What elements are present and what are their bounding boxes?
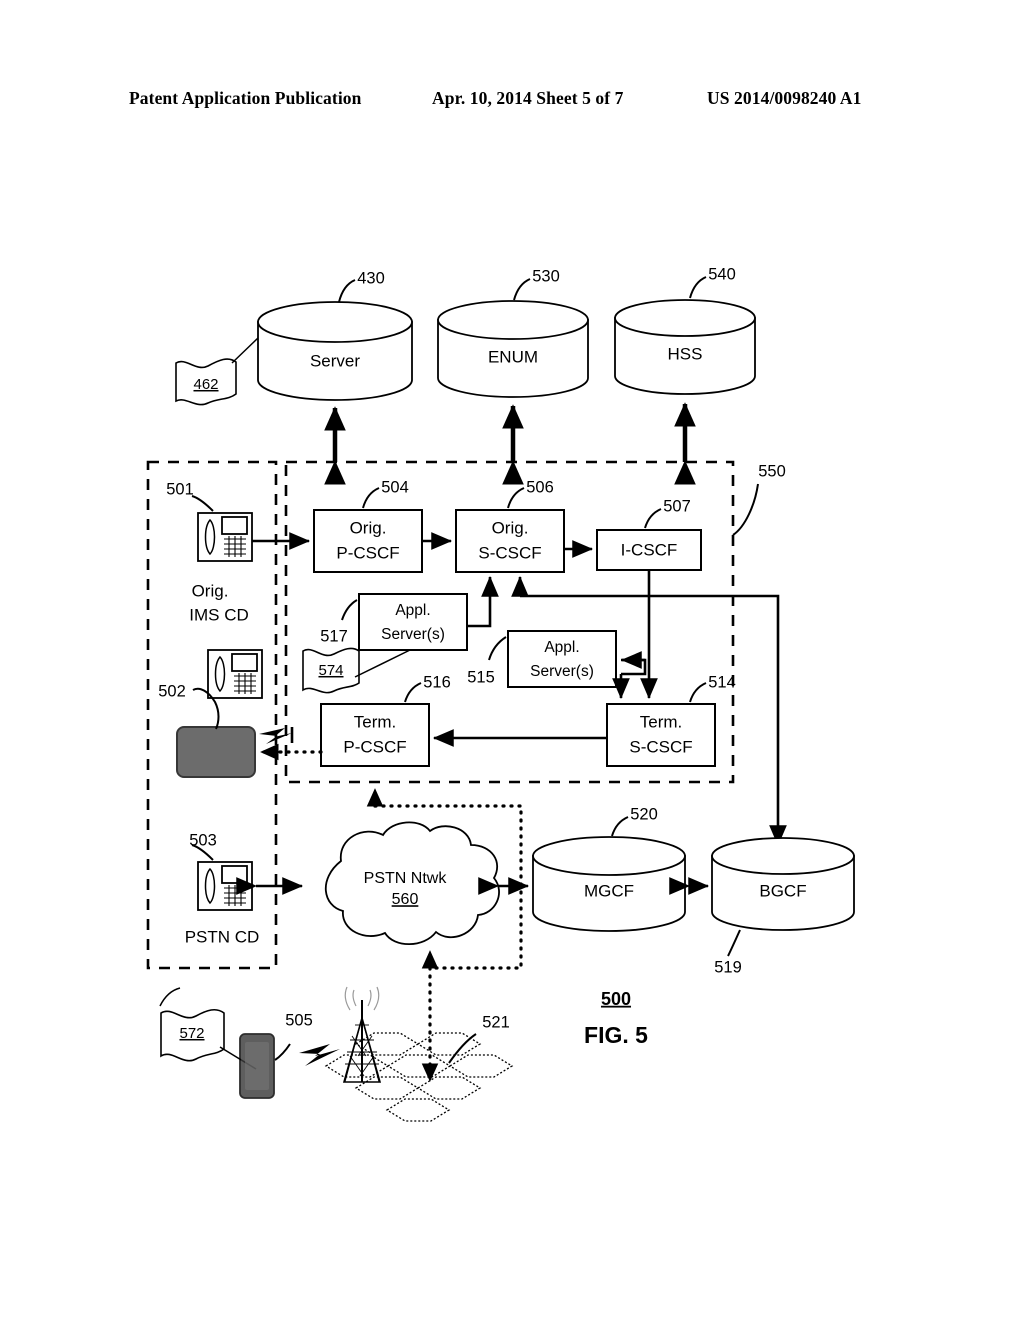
figure-5-diagram: Server 430 462 ENUM 530 HSS 540 550 Orig…	[146, 265, 855, 1122]
box-appl-server-517: Appl. Server(s)	[358, 593, 468, 651]
db-bgcf-label: BGCF	[759, 881, 806, 900]
flag-574: 574	[302, 647, 360, 694]
label-orig-ims-cd-line2: IMS CD	[189, 605, 249, 624]
db-hss-label: HSS	[668, 344, 703, 363]
flag-572: 572	[160, 1008, 225, 1062]
device-mobile-cd	[239, 1033, 275, 1099]
box-i-cscf: I-CSCF	[596, 529, 702, 571]
ref-506: 506	[526, 478, 554, 496]
leader-540	[689, 276, 707, 299]
leader-517	[341, 599, 358, 621]
figure-caption: FIG. 5	[584, 1022, 648, 1048]
db-server-label: Server	[310, 351, 360, 370]
leader-515	[488, 636, 507, 661]
figure-ref-500: 500	[601, 989, 631, 1009]
db-mgcf-label: MGCF	[584, 881, 634, 900]
cell-tower-icon	[342, 986, 382, 1083]
flag-574-leader	[354, 649, 411, 678]
patent-figure-page: Patent Application Publication Apr. 10, …	[0, 0, 1024, 1320]
ref-520: 520	[630, 805, 658, 823]
leader-504	[362, 487, 380, 509]
ref-550: 550	[758, 462, 786, 480]
db-enum: ENUM	[437, 300, 589, 398]
ref-505: 505	[285, 1011, 313, 1029]
leader-550	[732, 483, 759, 536]
leader-530	[513, 278, 531, 301]
db-enum-label: ENUM	[488, 347, 538, 366]
box-appl-server-517-line1: Appl.	[395, 602, 430, 619]
box-term-s-cscf-line2: S-CSCF	[629, 737, 692, 756]
box-term-p-cscf: Term. P-CSCF	[320, 703, 430, 767]
leader-506	[507, 487, 525, 509]
box-term-p-cscf-line1: Term.	[354, 712, 397, 731]
ref-521: 521	[482, 1013, 510, 1031]
flag-462-leader	[231, 337, 259, 364]
ref-517: 517	[320, 627, 348, 645]
ref-516: 516	[423, 673, 451, 691]
device-second-cd-phone	[207, 649, 263, 699]
device-orig-ims-cd	[197, 512, 253, 562]
db-mgcf: MGCF	[532, 836, 686, 932]
ref-430: 430	[357, 269, 385, 287]
flag-462-label: 462	[193, 376, 218, 393]
flag-572-upper-leader	[159, 987, 181, 1007]
box-appl-server-515-line2: Server(s)	[530, 663, 594, 680]
box-appl-server-515-line1: Appl.	[544, 639, 579, 656]
leader-516	[404, 682, 422, 703]
box-orig-s-cscf-line1: Orig.	[492, 518, 529, 537]
ref-503: 503	[189, 831, 217, 849]
cloud-pstn-ref: 560	[392, 891, 419, 908]
box-orig-p-cscf: Orig. P-CSCF	[313, 509, 423, 573]
leader-519	[727, 929, 741, 957]
label-pstn-cd: PSTN CD	[185, 927, 260, 946]
leader-501	[191, 495, 214, 512]
ref-515: 515	[467, 668, 495, 686]
ref-502: 502	[158, 682, 186, 700]
ref-514: 514	[708, 673, 736, 691]
box-term-p-cscf-line2: P-CSCF	[343, 737, 406, 756]
flag-574-label: 574	[318, 662, 343, 679]
wireless-bolt-icon	[299, 1044, 340, 1066]
device-second-cd-tablet	[176, 726, 256, 778]
box-term-s-cscf: Term. S-CSCF	[606, 703, 716, 767]
box-i-cscf-label: I-CSCF	[621, 540, 678, 559]
cloud-pstn-network: PSTN Ntwk 560	[324, 821, 500, 945]
ref-540: 540	[708, 265, 736, 283]
ref-507: 507	[663, 497, 691, 515]
box-appl-server-517-line2: Server(s)	[381, 626, 445, 643]
box-orig-p-cscf-line2: P-CSCF	[336, 543, 399, 562]
ref-501: 501	[166, 480, 194, 498]
db-server: Server	[257, 301, 413, 401]
leader-520	[611, 816, 629, 837]
db-bgcf: BGCF	[711, 837, 855, 931]
device-pstn-cd	[197, 861, 253, 911]
db-hss: HSS	[614, 299, 756, 395]
ref-519: 519	[714, 958, 742, 976]
box-term-s-cscf-line1: Term.	[640, 712, 683, 731]
flag-462: 462	[175, 358, 237, 406]
ref-504: 504	[381, 478, 409, 496]
leader-507	[644, 508, 662, 529]
leader-505	[274, 1043, 291, 1061]
box-orig-s-cscf: Orig. S-CSCF	[455, 509, 565, 573]
ref-530: 530	[532, 267, 560, 285]
link-applserver517-origscscf	[467, 575, 499, 628]
box-orig-p-cscf-line1: Orig.	[350, 518, 387, 537]
cloud-pstn-label: PSTN Ntwk	[364, 870, 448, 887]
leader-430	[338, 279, 356, 303]
leader-514	[689, 682, 707, 703]
box-appl-server-515: Appl. Server(s)	[507, 630, 617, 688]
box-orig-s-cscf-line2: S-CSCF	[478, 543, 541, 562]
link-applserver515-termscscf-elbow	[621, 658, 647, 676]
label-orig-ims-cd-line1: Orig.	[192, 581, 229, 600]
flag-572-label: 572	[179, 1025, 204, 1042]
